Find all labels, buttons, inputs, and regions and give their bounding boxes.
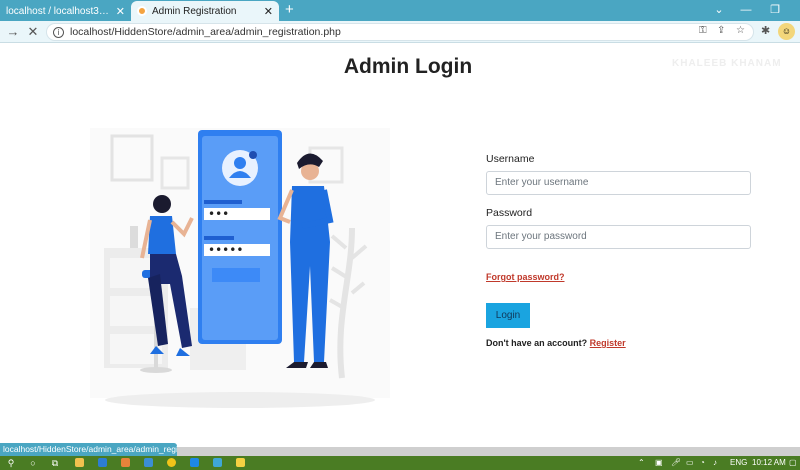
task-view-icon[interactable]: ⧉: [50, 457, 60, 469]
bookmark-star-icon[interactable]: ☆: [736, 25, 745, 36]
app-icon[interactable]: [213, 458, 222, 467]
search-icon[interactable]: ⚲: [6, 457, 16, 469]
login-form: Username Enter your username Password En…: [486, 153, 752, 348]
edge-icon[interactable]: [190, 458, 199, 467]
signup-row: Don't have an account? Register: [486, 338, 626, 348]
key-icon[interactable]: ⚿: [699, 25, 707, 36]
chrome-icon[interactable]: [167, 458, 176, 467]
store-icon[interactable]: [98, 458, 107, 467]
password-input[interactable]: Enter your password: [486, 225, 751, 249]
address-url[interactable]: localhost/HiddenStore/admin_area/admin_r…: [70, 26, 341, 38]
cortana-icon[interactable]: ○: [28, 457, 38, 469]
horizontal-scrollbar[interactable]: [177, 447, 800, 456]
username-label: Username: [486, 153, 535, 165]
watermark: KHALEEB KHANAM: [672, 58, 782, 69]
network-icon[interactable]: ◔: [700, 456, 705, 470]
tab-search-icon[interactable]: ⌄: [706, 0, 732, 21]
tray-chevron-icon[interactable]: ⌃: [638, 456, 645, 470]
password-label: Password: [486, 207, 533, 219]
forward-arrow-icon[interactable]: →: [4, 23, 22, 41]
windows-taskbar: ⚲ ○ ⧉ ⌃ ▣ 🎤︎ ▭ ◔ ♪ ENG 10:12 AM ▢: [0, 456, 800, 470]
new-tab-button[interactable]: +: [285, 1, 294, 19]
username-group: Username Enter your username: [486, 153, 752, 195]
address-bar[interactable]: i localhost/HiddenStore/admin_area/admin…: [46, 23, 754, 41]
microphone-icon[interactable]: 🎤︎: [671, 456, 681, 470]
mail-icon[interactable]: [144, 458, 153, 467]
tab-admin-registration[interactable]: Admin Registration ✕: [131, 1, 279, 21]
browser-toolbar: → ✕ i localhost/HiddenStore/admin_area/a…: [0, 21, 800, 43]
volume-icon[interactable]: ♪: [713, 456, 717, 470]
minimize-button[interactable]: —: [733, 0, 759, 21]
close-icon[interactable]: ✕: [264, 5, 273, 18]
tab-title: Admin Registration: [152, 5, 237, 17]
app-icon[interactable]: [121, 458, 130, 467]
restore-button[interactable]: ❐: [762, 0, 788, 21]
password-group: Password Enter your password: [486, 207, 752, 249]
info-icon[interactable]: i: [53, 26, 64, 38]
tray-icon[interactable]: ▣: [655, 456, 663, 470]
notification-icon[interactable]: ▢: [789, 456, 797, 470]
extensions-icon[interactable]: ✱: [761, 24, 770, 37]
login-illustration: ••• •••••: [90, 128, 390, 408]
forgot-password-link[interactable]: Forgot password?: [486, 272, 565, 282]
favicon-icon: [137, 6, 147, 16]
password-dots-2: •••••: [208, 243, 243, 257]
register-link[interactable]: Register: [590, 338, 626, 348]
signup-prompt: Don't have an account?: [486, 338, 588, 348]
tab-strip: localhost / localhost3306 / ecom ✕ Admin…: [0, 0, 800, 21]
page-content: Admin Login KHALEEB KHANAM ••• ••••• Use…: [0, 43, 800, 443]
clock[interactable]: 10:12 AM: [752, 456, 786, 470]
app-icon[interactable]: [236, 458, 245, 467]
share-icon[interactable]: ⇪: [717, 25, 725, 36]
login-button[interactable]: Login: [486, 303, 530, 328]
password-dots-1: •••: [208, 207, 229, 221]
status-url-tooltip: localhost/HiddenStore/admin_area/admin_r…: [0, 443, 177, 456]
tab-phpmyadmin[interactable]: localhost / localhost3306 / ecom ✕: [0, 1, 131, 21]
username-input[interactable]: Enter your username: [486, 171, 751, 195]
profile-avatar[interactable]: ☺: [778, 23, 795, 40]
language-indicator[interactable]: ENG: [730, 456, 747, 470]
file-explorer-icon[interactable]: [75, 458, 84, 467]
tab-title: localhost / localhost3306 / ecom: [6, 5, 112, 17]
close-icon[interactable]: ✕: [116, 5, 125, 18]
stop-loading-icon[interactable]: ✕: [24, 23, 42, 41]
phone-screen: [198, 130, 282, 344]
battery-icon[interactable]: ▭: [686, 456, 694, 470]
